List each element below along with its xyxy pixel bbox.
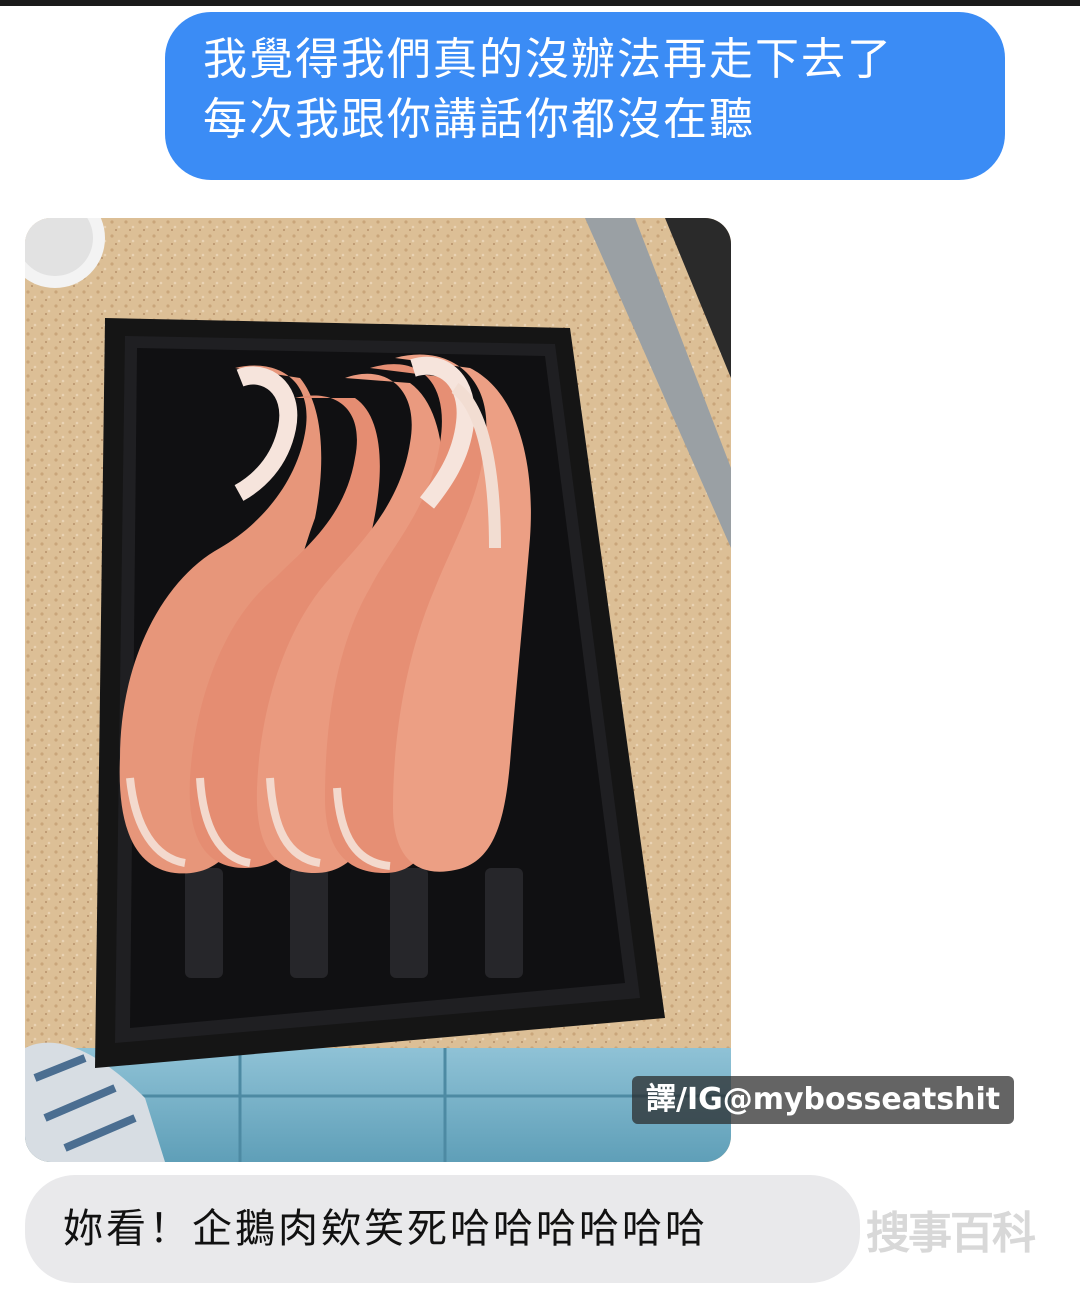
translator-credit-tag: 譯/IG@mybosseatshit [632, 1076, 1015, 1124]
photo-message[interactable] [25, 218, 731, 1162]
source-logo: 搜事百科 [866, 1208, 1036, 1259]
top-divider [0, 0, 1080, 6]
outgoing-message-line-1: 我覺得我們真的沒辦法再走下去了 [203, 34, 893, 85]
chat-screen: 我覺得我們真的沒辦法再走下去了 每次我跟你講話你都沒在聽 譯/IG@myboss… [0, 0, 1080, 1312]
bacon-tray-photo [25, 218, 731, 1162]
incoming-message-bubble[interactable]: 妳看！企鵝肉欸笑死哈哈哈哈哈哈 [25, 1175, 860, 1283]
outgoing-message-bubble[interactable]: 我覺得我們真的沒辦法再走下去了 每次我跟你講話你都沒在聽 [165, 12, 1005, 180]
incoming-message-text: 妳看！企鵝肉欸笑死哈哈哈哈哈哈 [63, 1206, 708, 1252]
outgoing-message-line-2: 每次我跟你講話你都沒在聽 [203, 94, 755, 145]
